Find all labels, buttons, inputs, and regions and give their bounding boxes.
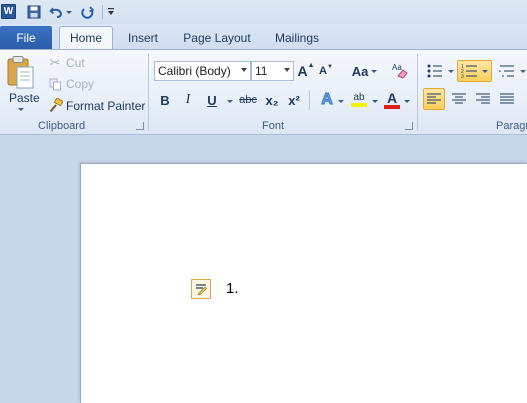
- italic-button[interactable]: I: [180, 91, 196, 109]
- underline-icon: U: [207, 92, 217, 108]
- chevron-down-icon[interactable]: [241, 68, 247, 72]
- document-page[interactable]: 1.: [80, 163, 527, 403]
- document-area: 1.: [0, 136, 527, 403]
- undo-dropdown-icon[interactable]: [66, 11, 72, 14]
- copy-button[interactable]: Copy: [66, 77, 94, 91]
- underline-button[interactable]: U: [204, 91, 220, 109]
- font-color-swatch: [384, 104, 400, 109]
- quick-access-toolbar: W: [0, 0, 527, 24]
- font-size-value: 11: [255, 64, 268, 78]
- ribbon-tab-bar: File Home Insert Page Layout Mailings: [0, 24, 527, 49]
- undo-icon[interactable]: [49, 3, 63, 21]
- save-icon[interactable]: [26, 3, 42, 21]
- strikethrough-icon: abc: [239, 94, 257, 106]
- clipboard-dialog-launcher[interactable]: [136, 122, 144, 130]
- text-effects-dropdown-icon[interactable]: [338, 100, 344, 103]
- align-right-button[interactable]: [472, 88, 494, 110]
- font-color-dropdown-icon[interactable]: [404, 100, 410, 103]
- numbering-dropdown-icon[interactable]: [482, 70, 488, 73]
- shrink-font-icon: A: [319, 65, 327, 77]
- redo-icon[interactable]: [80, 3, 96, 21]
- align-center-button[interactable]: [448, 88, 470, 110]
- tab-insert[interactable]: Insert: [119, 26, 167, 49]
- superscript-button[interactable]: x²: [285, 91, 303, 109]
- text-effects-icon: A: [321, 91, 334, 109]
- font-family-value: Calibri (Body): [158, 64, 231, 78]
- superscript-icon: x²: [288, 92, 300, 108]
- word-app-icon[interactable]: W: [1, 4, 16, 19]
- svg-text:3: 3: [461, 74, 464, 79]
- tab-mailings[interactable]: Mailings: [266, 26, 328, 49]
- font-color-button[interactable]: A: [382, 89, 402, 110]
- highlight-dropdown-icon[interactable]: [372, 100, 378, 103]
- shrink-font-button[interactable]: A ▼: [318, 61, 334, 81]
- font-group-label: Font: [262, 120, 285, 132]
- bullets-icon[interactable]: [425, 61, 445, 81]
- highlighter-icon: ab: [353, 91, 365, 103]
- group-separator: [417, 54, 418, 130]
- autocorrect-options-button[interactable]: [191, 279, 211, 299]
- text-effects-button[interactable]: A: [318, 90, 336, 110]
- bold-button[interactable]: B: [157, 91, 173, 109]
- subscript-button[interactable]: x₂: [263, 91, 281, 109]
- qat-separator: [102, 5, 103, 19]
- cut-button[interactable]: Cut: [66, 56, 85, 70]
- grow-font-icon: A: [297, 63, 308, 79]
- divider: [309, 90, 310, 110]
- subscript-icon: x₂: [265, 92, 279, 108]
- format-painter-button[interactable]: Format Painter: [66, 99, 145, 113]
- bullets-dropdown-icon[interactable]: [448, 70, 454, 73]
- tab-file[interactable]: File: [0, 26, 52, 49]
- clear-formatting-icon[interactable]: Aa: [389, 60, 411, 80]
- highlight-color-swatch: [351, 102, 367, 107]
- bold-icon: B: [160, 92, 170, 108]
- list-item-number: 1.: [226, 280, 239, 297]
- group-separator: [148, 54, 149, 130]
- text-highlight-button[interactable]: ab: [349, 89, 369, 109]
- chevron-down-icon[interactable]: [284, 68, 290, 72]
- font-dialog-launcher[interactable]: [405, 122, 413, 130]
- clipboard-group-label: Clipboard: [38, 120, 86, 132]
- font-family-combo[interactable]: Calibri (Body): [154, 61, 251, 81]
- paste-icon[interactable]: [5, 54, 35, 92]
- italic-icon: I: [185, 92, 191, 107]
- format-painter-icon: [47, 97, 63, 113]
- tab-home[interactable]: Home: [59, 26, 113, 49]
- grow-font-button[interactable]: A ▲: [297, 61, 314, 81]
- underline-dropdown-icon[interactable]: [227, 100, 233, 103]
- paragraph-group-label: Paragr: [496, 120, 527, 132]
- multilevel-dropdown-icon[interactable]: [520, 70, 526, 73]
- change-case-dropdown-icon[interactable]: [371, 70, 377, 73]
- paste-button[interactable]: Paste: [9, 91, 40, 105]
- change-case-icon: Aa: [351, 63, 369, 79]
- font-color-icon: A: [386, 89, 398, 106]
- justify-button[interactable]: [496, 88, 518, 110]
- tab-page-layout[interactable]: Page Layout: [177, 26, 257, 49]
- multilevel-list-icon[interactable]: [497, 61, 519, 81]
- paste-dropdown-icon[interactable]: [18, 108, 24, 111]
- ribbon: Paste ✂ Cut Copy Format Painter Clipboar…: [0, 49, 527, 135]
- align-left-button[interactable]: [423, 88, 445, 110]
- strikethrough-button[interactable]: abc: [237, 91, 259, 109]
- customize-qat-icon[interactable]: [106, 3, 116, 21]
- svg-text:Aa: Aa: [392, 63, 402, 72]
- scissors-icon: ✂: [49, 55, 61, 70]
- copy-icon: [47, 76, 63, 92]
- font-size-combo[interactable]: 11: [251, 61, 294, 81]
